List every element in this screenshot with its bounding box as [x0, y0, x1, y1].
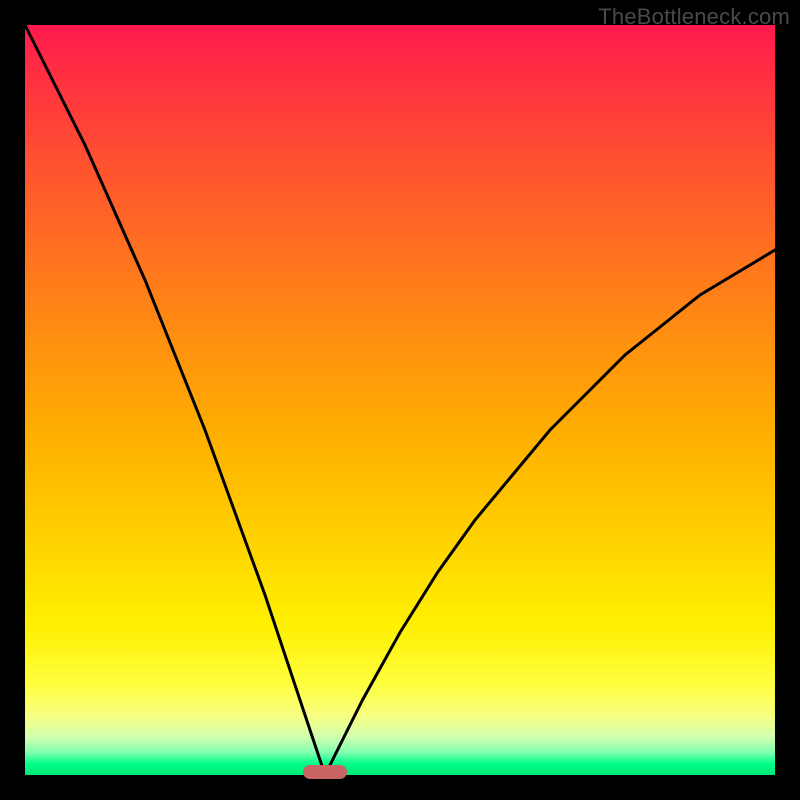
optimum-marker — [303, 765, 347, 779]
watermark-text: TheBottleneck.com — [598, 4, 790, 30]
curves-layer — [25, 25, 775, 775]
curve-right-branch — [325, 250, 775, 775]
outer-frame: TheBottleneck.com — [0, 0, 800, 800]
curve-left-branch — [25, 25, 325, 775]
